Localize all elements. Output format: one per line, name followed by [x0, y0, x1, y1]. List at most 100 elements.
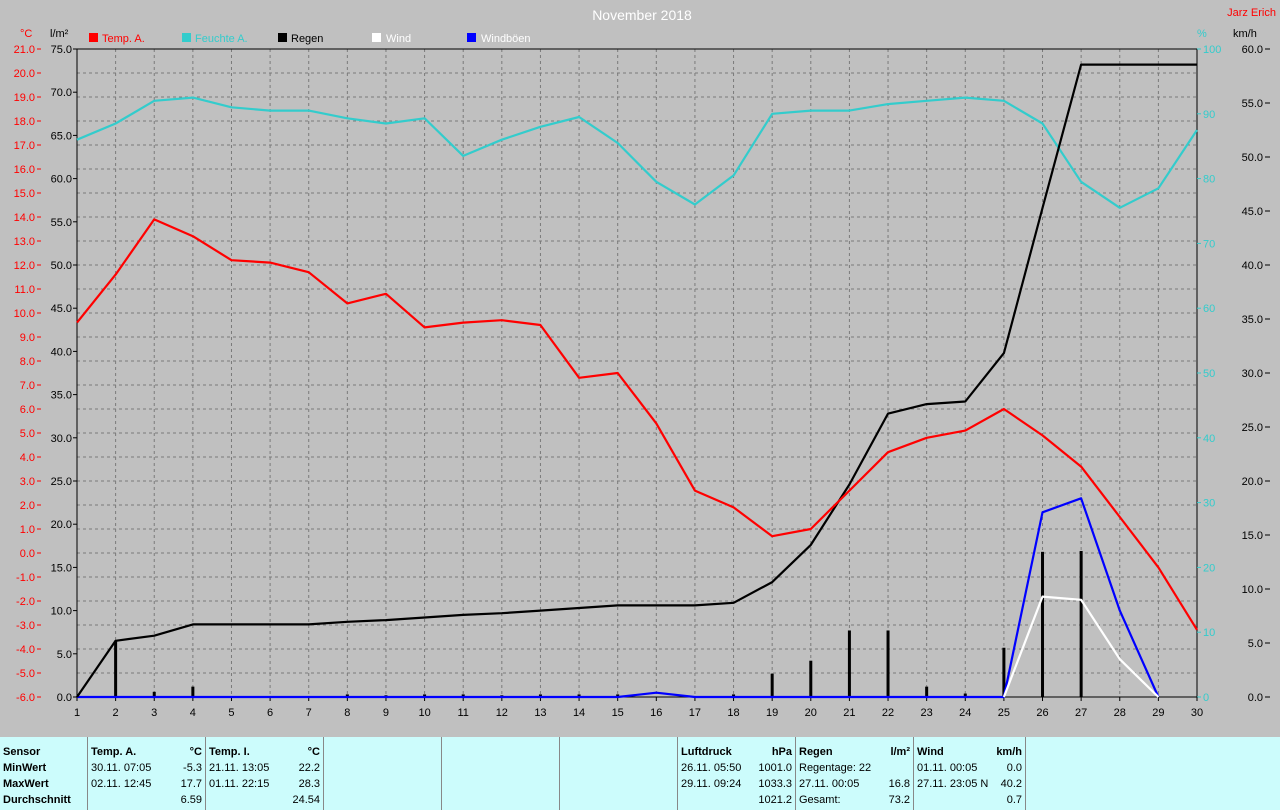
wind-axis-tick-label: 0.0: [1248, 692, 1263, 704]
rain-axis-tick-label: 60.0: [51, 174, 72, 186]
rain-axis-tick-label: 5.0: [57, 649, 72, 661]
rain-axis-tick-label: 40.0: [51, 346, 72, 358]
temp-axis-tick-label: -6.0: [16, 692, 35, 704]
wind-axis-tick-label: 25.0: [1242, 422, 1263, 434]
rain-axis-tick-label: 30.0: [51, 433, 72, 445]
temp-i-min-value: 22.2: [298, 762, 320, 774]
wind-axis-tick-label: 30.0: [1242, 368, 1263, 380]
humidity-axis-tick-label: 80: [1203, 174, 1215, 186]
rain-bar: [1079, 550, 1083, 697]
temp-axis-tick-label: 17.0: [14, 140, 35, 152]
rain-header: Regen: [799, 746, 833, 758]
temp-axis-tick-label: 14.0: [14, 212, 35, 224]
rain-unit: l/m²: [890, 746, 910, 758]
rain-days-label: Regentage: 22: [799, 762, 872, 774]
temp-a-max-value: 17.7: [180, 778, 202, 790]
rain-bar: [1041, 551, 1045, 697]
temp-axis-tick-label: 12.0: [14, 260, 35, 272]
rain-bar: [886, 630, 890, 697]
humidity-axis-unit: %: [1197, 28, 1207, 40]
rain-axis-tick-label: 50.0: [51, 260, 72, 272]
temp-axis-tick-label: 15.0: [14, 188, 35, 200]
rain-axis-tick-label: 25.0: [51, 476, 72, 488]
temp-axis-tick-label: 5.0: [20, 428, 35, 440]
rain-max-time: 27.11. 00:05: [799, 778, 860, 790]
temp-axis-tick-label: 9.0: [20, 332, 35, 344]
temp-a-max-time: 02.11. 12:45: [91, 778, 152, 790]
humidity-axis-tick-label: 50: [1203, 368, 1215, 380]
x-tick-label: 6: [267, 707, 273, 719]
temp-axis-tick-label: 7.0: [20, 380, 35, 392]
rain-axis-tick-label: 10.0: [51, 606, 72, 618]
x-tick-label: 17: [689, 707, 701, 719]
rain-bar: [847, 630, 851, 697]
temp-a-column: Temp. A. °C 30.11. 07:05 -5.3 02.11. 12:45…: [88, 737, 206, 810]
temp-a-avg-value: 6.59: [180, 794, 202, 806]
x-tick-label: 15: [612, 707, 624, 719]
x-tick-label: 27: [1075, 707, 1087, 719]
pressure-unit: hPa: [771, 746, 792, 758]
row-label-avg: Durchschnitt: [3, 794, 71, 806]
rain-axis-tick-label: 35.0: [51, 390, 72, 402]
x-tick-label: 28: [1114, 707, 1126, 719]
temp-axis-tick-label: 1.0: [20, 524, 35, 536]
temp-axis-tick-label: -4.0: [16, 644, 35, 656]
x-tick-label: 26: [1036, 707, 1048, 719]
legend-label-wind: Wind: [386, 33, 411, 45]
temp-axis-tick-label: 2.0: [20, 500, 35, 512]
empty-column-3: [560, 737, 678, 810]
pressure-column: Luftdruck hPa 26.11. 05:50 1001.0 29.11. 0…: [678, 737, 796, 810]
humidity-axis-tick-label: 10: [1203, 627, 1215, 639]
temp-axis-tick-label: 13.0: [14, 236, 35, 248]
x-tick-label: 29: [1152, 707, 1164, 719]
rain-axis-tick-label: 45.0: [51, 303, 72, 315]
x-tick-label: 20: [805, 707, 817, 719]
legend-swatch-wind: [372, 33, 381, 42]
pressure-max-time: 29.11. 09:24: [681, 778, 742, 790]
wind-axis-tick-label: 5.0: [1248, 638, 1263, 650]
wind-max-value: 40.2: [1000, 778, 1022, 790]
wind-min-value: 0.0: [1006, 762, 1022, 774]
x-tick-label: 13: [534, 707, 546, 719]
temp-axis-unit: °C: [20, 28, 32, 40]
humidity-axis-tick-label: 70: [1203, 238, 1215, 250]
empty-column-2: [442, 737, 560, 810]
humidity-axis-tick-label: 90: [1203, 109, 1215, 121]
pressure-min-time: 26.11. 05:50: [681, 762, 742, 774]
x-tick-label: 16: [650, 707, 662, 719]
humidity-axis-tick-label: 20: [1203, 562, 1215, 574]
rain-axis-tick-label: 0.0: [57, 692, 72, 704]
temp-a-min-time: 30.11. 07:05: [91, 762, 152, 774]
temp-axis-tick-label: -3.0: [16, 620, 35, 632]
x-tick-label: 1: [74, 707, 80, 719]
pressure-header: Luftdruck: [681, 746, 732, 758]
wind-max-time: 27.11. 23:05 N: [917, 778, 989, 790]
x-tick-label: 11: [457, 707, 468, 719]
temp-i-max-value: 28.3: [298, 778, 320, 790]
rain-bar: [114, 640, 118, 697]
x-tick-label: 18: [727, 707, 739, 719]
pressure-max-value: 1033.3: [758, 778, 792, 790]
temp-axis-tick-label: 19.0: [14, 92, 35, 104]
sensor-column: Sensor MinWert MaxWert Durchschnitt: [0, 737, 88, 810]
x-tick-label: 4: [190, 707, 196, 719]
statistics-table: Sensor MinWert MaxWert Durchschnitt Temp…: [0, 737, 1280, 810]
wind-axis-tick-label: 15.0: [1242, 530, 1263, 542]
x-tick-label: 23: [921, 707, 933, 719]
sensor-header: Sensor: [3, 746, 41, 758]
temp-axis-tick-label: 16.0: [14, 164, 35, 176]
rain-total-label: Gesamt:: [799, 794, 841, 806]
humidity-axis-tick-label: 30: [1203, 498, 1215, 510]
temp-i-column: Temp. I. °C 21.11. 13:05 22.2 01.11. 22:15…: [206, 737, 324, 810]
temp-axis-tick-label: 10.0: [14, 308, 35, 320]
temp-axis-tick-label: 0.0: [20, 548, 35, 560]
humidity-axis-tick-label: 60: [1203, 303, 1215, 315]
humidity-axis-tick-label: 100: [1203, 44, 1221, 56]
temp-axis-tick-label: 18.0: [14, 116, 35, 128]
rain-axis-tick-label: 70.0: [51, 87, 72, 99]
pressure-avg-value: 1021.2: [758, 794, 792, 806]
temp-axis-tick-label: 4.0: [20, 452, 35, 464]
x-tick-label: 30: [1191, 707, 1203, 719]
wind-avg-value: 0.7: [1006, 794, 1022, 806]
legend-swatch-humidity: [182, 33, 191, 42]
